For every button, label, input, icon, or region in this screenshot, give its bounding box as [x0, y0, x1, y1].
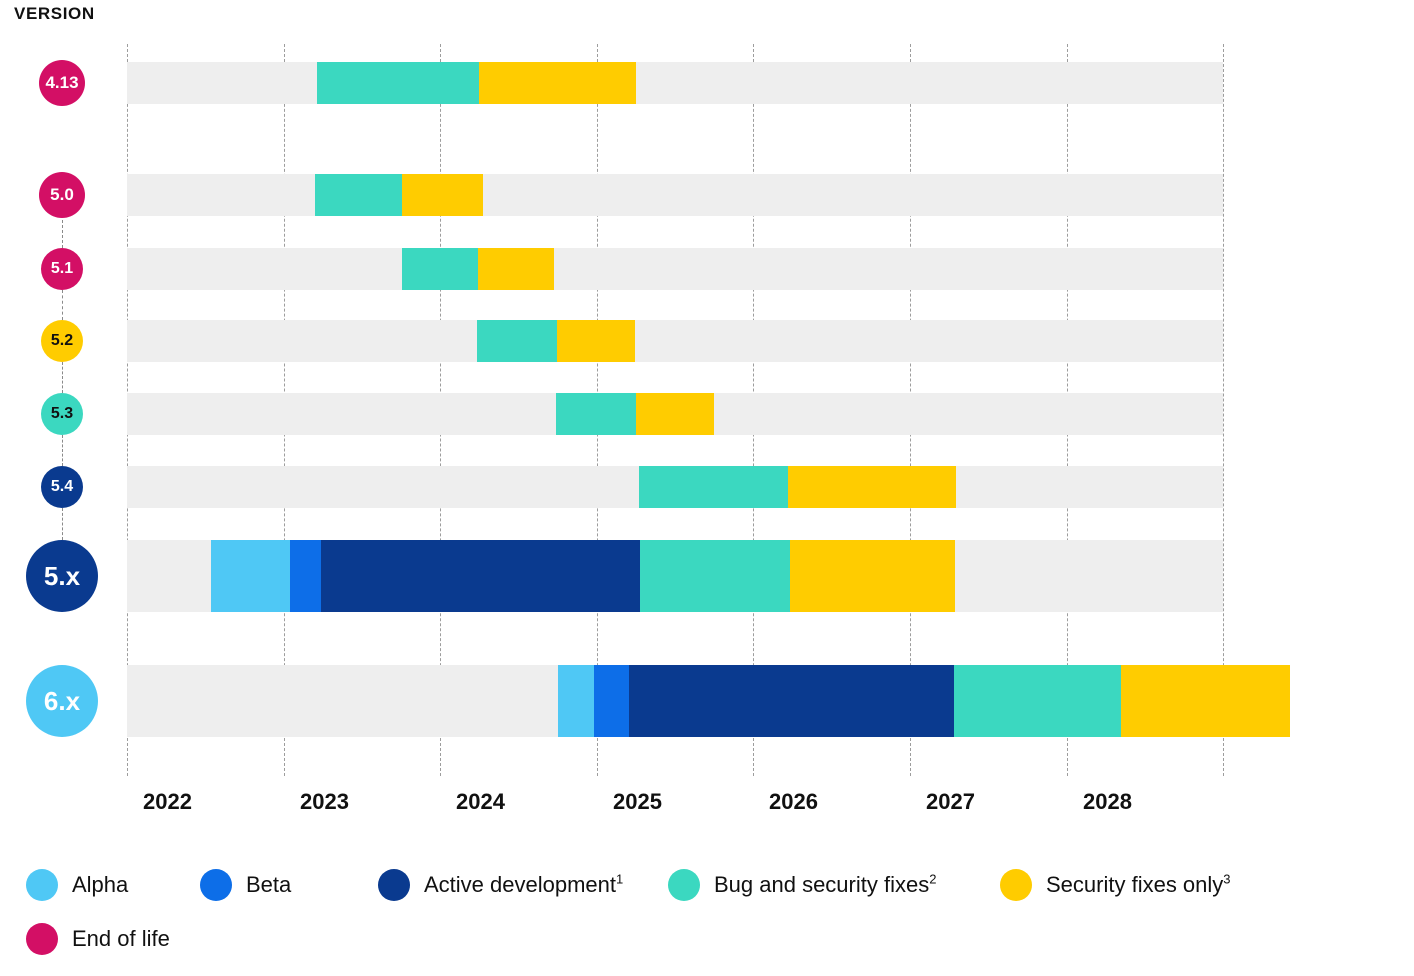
legend-label-end-of-life: End of life — [72, 926, 170, 951]
legend: Alpha Beta Active development1 Bug and secu… — [26, 858, 1406, 966]
segment-5.0-security-fixes-only[interactable] — [402, 174, 483, 216]
legend-item-beta[interactable]: Beta — [200, 858, 291, 912]
legend-footnote-marker-2: 2 — [929, 871, 937, 887]
legend-row-primary: Alpha Beta Active development1 Bug and secu… — [26, 858, 1406, 912]
legend-footnote-marker-3: 3 — [1223, 871, 1231, 887]
segment-5.2-bug-and-security-fixes[interactable] — [477, 320, 557, 362]
segment-5.x-security-fixes-only[interactable] — [790, 540, 955, 612]
segment-5.x-active-development[interactable] — [321, 540, 640, 612]
connector-5.4-to-5.x — [62, 508, 63, 540]
segment-5.0-bug-and-security-fixes[interactable] — [315, 174, 402, 216]
version-badge-label: 5.2 — [50, 332, 74, 349]
version-badge-6.x[interactable]: 6.x — [26, 665, 98, 737]
x-tick-2024: 2024 — [456, 789, 505, 814]
legend-item-bug-and-security-fixes[interactable]: Bug and security fixes2 — [668, 858, 936, 912]
x-tick-2026: 2026 — [769, 789, 818, 814]
segment-6.x-beta[interactable] — [594, 665, 629, 737]
timeline-row-5.x — [127, 540, 1223, 612]
legend-label-security-fixes-only: Security fixes only3 — [1046, 871, 1231, 897]
timeline-row-5.3 — [127, 393, 1223, 435]
legend-item-end-of-life[interactable]: End of life — [26, 912, 170, 966]
legend-label-active-development: Active development1 — [424, 871, 624, 897]
version-badge-label: 4.13 — [45, 73, 79, 92]
segment-5.3-security-fixes-only[interactable] — [636, 393, 714, 435]
segment-5.4-bug-and-security-fixes[interactable] — [639, 466, 788, 508]
legend-swatch-beta — [200, 869, 232, 901]
version-badge-5.1[interactable]: 5.1 — [41, 248, 83, 290]
connector-5.0-to-5.1 — [62, 220, 63, 248]
segment-4.13-security-fixes-only[interactable] — [479, 62, 636, 104]
x-tick-2023: 2023 — [300, 789, 349, 814]
legend-item-active-development[interactable]: Active development1 — [378, 858, 623, 912]
legend-label-alpha: Alpha — [72, 872, 129, 897]
x-tick-2027: 2027 — [926, 789, 975, 814]
x-tick-2022: 2022 — [143, 789, 192, 814]
segment-5.1-security-fixes-only[interactable] — [478, 248, 554, 290]
version-badge-label: 6.x — [43, 685, 81, 716]
segment-5.1-bug-and-security-fixes[interactable] — [402, 248, 478, 290]
segment-6.x-bug-and-security-fixes[interactable] — [954, 665, 1121, 737]
legend-swatch-active-development — [378, 869, 410, 901]
segment-4.13-bug-and-security-fixes[interactable] — [317, 62, 479, 104]
timeline-row-5.4 — [127, 466, 1223, 508]
connector-5.2-to-5.3 — [62, 362, 63, 393]
timeline-row-6.x — [127, 665, 1290, 737]
segment-5.x-bug-and-security-fixes[interactable] — [640, 540, 790, 612]
version-badge-label: 5.4 — [50, 478, 74, 495]
version-badge-label: 5.1 — [50, 260, 74, 277]
version-badge-label: 5.0 — [50, 185, 74, 204]
segment-5.x-alpha[interactable] — [211, 540, 290, 612]
legend-swatch-bug-and-security-fixes — [668, 869, 700, 901]
version-badge-5.3[interactable]: 5.3 — [41, 393, 83, 435]
version-badge-5.x[interactable]: 5.x — [26, 540, 98, 612]
segment-5.x-beta[interactable] — [290, 540, 321, 612]
timeline-row-5.1 — [127, 248, 1223, 290]
legend-swatch-end-of-life — [26, 923, 58, 955]
connector-5.1-to-5.2 — [62, 290, 63, 320]
legend-label-beta: Beta — [246, 872, 292, 897]
x-tick-2028: 2028 — [1083, 789, 1132, 814]
segment-5.4-security-fixes-only[interactable] — [788, 466, 956, 508]
legend-label-bug-and-security-fixes: Bug and security fixes2 — [714, 871, 937, 897]
timeline-row-5.2 — [127, 320, 1223, 362]
connector-5.3-to-5.4 — [62, 435, 63, 466]
version-badge-5.0[interactable]: 5.0 — [39, 172, 85, 218]
x-tick-2025: 2025 — [613, 789, 662, 814]
legend-swatch-security-fixes-only — [1000, 869, 1032, 901]
version-badge-4.13[interactable]: 4.13 — [39, 60, 85, 106]
timeline-row-4.13 — [127, 62, 1223, 104]
segment-5.2-security-fixes-only[interactable] — [557, 320, 635, 362]
version-badge-label: 5.3 — [50, 405, 74, 422]
legend-item-security-fixes-only[interactable]: Security fixes only3 — [1000, 858, 1231, 912]
version-badge-5.4[interactable]: 5.4 — [41, 466, 83, 508]
legend-row-secondary: End of life — [26, 912, 1406, 966]
version-badge-label: 5.x — [43, 560, 81, 591]
version-badge-5.2[interactable]: 5.2 — [41, 320, 83, 362]
segment-6.x-active-development[interactable] — [629, 665, 954, 737]
legend-item-alpha[interactable]: Alpha — [26, 858, 128, 912]
legend-swatch-alpha — [26, 869, 58, 901]
segment-6.x-alpha[interactable] — [558, 665, 594, 737]
legend-footnote-marker-1: 1 — [616, 871, 624, 887]
segment-6.x-security-fixes-only[interactable] — [1121, 665, 1290, 737]
segment-5.3-bug-and-security-fixes[interactable] — [556, 393, 636, 435]
timeline-row-5.0 — [127, 174, 1223, 216]
release-timeline-chart: 2022 2023 2024 2025 2026 2027 2028 4.13 5.0 5.1 5… — [0, 0, 1414, 840]
